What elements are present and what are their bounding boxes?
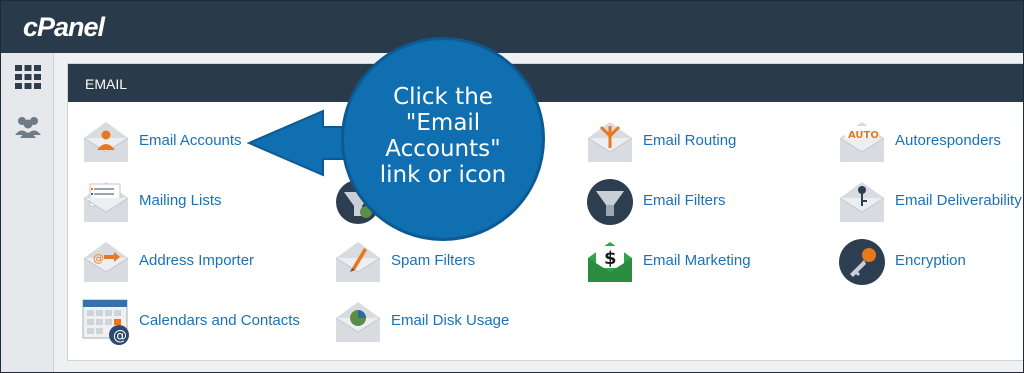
callout-text: Click the "Email Accounts" link or icon: [379, 84, 507, 188]
app-frame: cPanel EMAIL Email Accounts Mailing List…: [0, 0, 1024, 373]
